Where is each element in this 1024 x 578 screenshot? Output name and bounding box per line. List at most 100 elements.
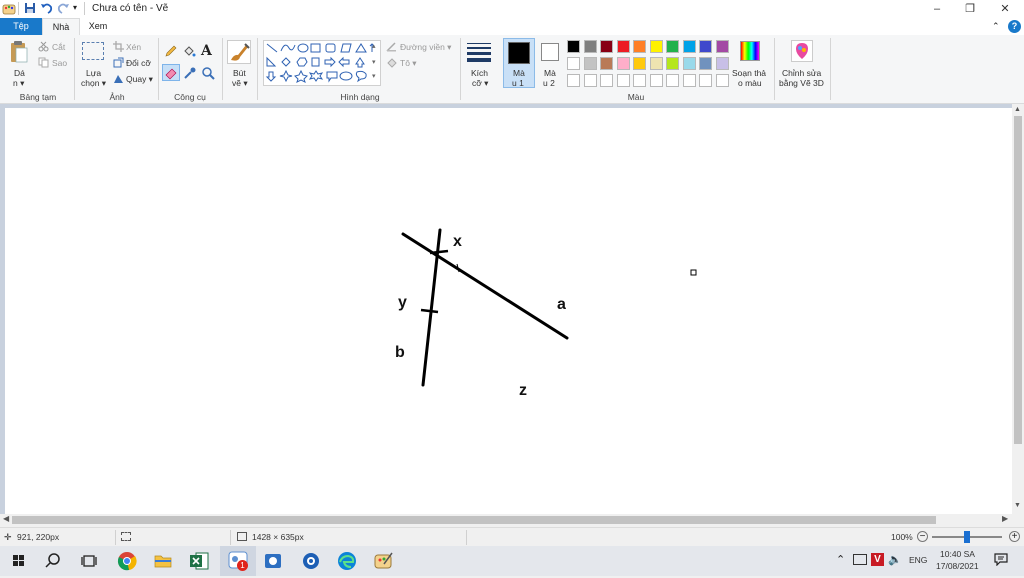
- scroll-down-icon[interactable]: ▼: [1014, 502, 1021, 509]
- size-label-2[interactable]: cỡ ▾: [472, 78, 488, 89]
- size-label-1[interactable]: Kích: [471, 68, 488, 78]
- color-swatch[interactable]: [583, 40, 597, 53]
- color-swatch[interactable]: [715, 40, 729, 53]
- color-swatch[interactable]: [567, 57, 580, 70]
- redo-icon[interactable]: [56, 1, 70, 17]
- crop-icon[interactable]: [113, 41, 124, 54]
- color-swatch[interactable]: [699, 57, 712, 70]
- paint-app-icon[interactable]: [2, 2, 16, 18]
- copy-label[interactable]: Sao: [52, 58, 67, 68]
- app-icon-2[interactable]: [298, 548, 326, 574]
- paste-label-2[interactable]: n ▾: [13, 78, 24, 89]
- canvas-resize-handle[interactable]: [690, 269, 697, 276]
- file-explorer-icon[interactable]: [150, 548, 178, 574]
- color-swatch[interactable]: [682, 74, 696, 87]
- color-swatch[interactable]: [649, 40, 663, 53]
- text-icon[interactable]: A: [201, 43, 212, 59]
- start-button[interactable]: [6, 548, 34, 574]
- color-swatch[interactable]: [633, 57, 646, 70]
- select-label-2[interactable]: chọn ▾: [81, 78, 106, 89]
- tab-view[interactable]: Xem: [82, 18, 114, 35]
- fill-shape-icon[interactable]: [386, 57, 397, 70]
- color-swatch[interactable]: [715, 57, 729, 70]
- shapes-scroll-up-icon[interactable]: ▴: [372, 42, 376, 50]
- crop-label[interactable]: Xén: [126, 42, 141, 52]
- excel-icon[interactable]: [186, 548, 214, 574]
- shapes-scroll-down-icon[interactable]: ▾: [372, 58, 376, 66]
- close-button[interactable]: ✕: [988, 0, 1022, 18]
- paste-label-1[interactable]: Dá: [14, 68, 25, 78]
- help-button[interactable]: ?: [1008, 20, 1021, 33]
- rotate-label[interactable]: Quay ▾: [126, 74, 153, 85]
- zoom-slider-thumb[interactable]: [964, 531, 970, 543]
- color-swatch[interactable]: [583, 57, 597, 70]
- color-swatch[interactable]: [600, 57, 613, 70]
- shapes-gallery[interactable]: [263, 40, 381, 86]
- qat-customize-icon[interactable]: ▾: [73, 3, 77, 12]
- paint3d-label-2[interactable]: bằng Vẽ 3D: [779, 78, 824, 88]
- size-icon[interactable]: [467, 42, 491, 64]
- paint-taskbar-icon[interactable]: [370, 548, 398, 574]
- cut-icon[interactable]: [38, 41, 49, 54]
- color-swatch[interactable]: [600, 40, 613, 53]
- network-icon[interactable]: [853, 554, 867, 565]
- color-swatch[interactable]: [699, 40, 712, 53]
- tray-expand-icon[interactable]: ⌃: [836, 553, 845, 566]
- color-swatch[interactable]: [633, 40, 646, 53]
- eraser-tool-selected[interactable]: [162, 64, 180, 81]
- color-swatch[interactable]: [567, 40, 580, 53]
- resize-label[interactable]: Đổi cỡ: [126, 58, 151, 68]
- select-icon[interactable]: [82, 42, 104, 60]
- outline-label[interactable]: Đường viền ▾: [400, 42, 451, 53]
- fill-shape-label[interactable]: Tô ▾: [400, 58, 417, 69]
- magnifier-icon[interactable]: [201, 66, 215, 82]
- pencil-icon[interactable]: [164, 44, 178, 60]
- edit-colors-label-1[interactable]: Soạn thả: [732, 68, 766, 78]
- scroll-right-icon[interactable]: ▶: [1002, 514, 1008, 523]
- color-swatch[interactable]: [715, 74, 729, 87]
- color-swatch[interactable]: [649, 57, 663, 70]
- app-icon-1[interactable]: [260, 548, 288, 574]
- color-picker-icon[interactable]: [183, 66, 197, 82]
- color-swatch[interactable]: [583, 74, 597, 87]
- horizontal-scroll-thumb[interactable]: [12, 516, 936, 524]
- notification-center-icon[interactable]: [994, 552, 1008, 568]
- brushes-label-2[interactable]: vẽ ▾: [232, 78, 248, 89]
- color-swatch[interactable]: [666, 74, 679, 87]
- search-icon[interactable]: [40, 548, 68, 574]
- fill-icon[interactable]: [182, 44, 196, 60]
- color2-label-2[interactable]: u 2: [543, 78, 555, 88]
- drawing-canvas[interactable]: x y a b z: [5, 108, 1012, 514]
- clock-date[interactable]: 17/08/2021: [936, 561, 979, 571]
- color-swatch[interactable]: [699, 74, 712, 87]
- vertical-scrollbar[interactable]: ▲ ▼: [1012, 104, 1024, 514]
- tab-home[interactable]: Nhà: [42, 18, 80, 36]
- edit-colors-icon[interactable]: [740, 41, 760, 61]
- task-view-icon[interactable]: [76, 548, 104, 574]
- paste-icon[interactable]: [9, 40, 29, 66]
- edit-colors-label-2[interactable]: o màu: [738, 78, 762, 88]
- color-swatch[interactable]: [600, 74, 613, 87]
- color1-label-2[interactable]: u 1: [512, 78, 524, 88]
- resize-icon[interactable]: [113, 57, 124, 70]
- collapse-ribbon-icon[interactable]: ⌃: [992, 21, 1000, 32]
- restore-button[interactable]: ❐: [953, 0, 987, 18]
- color-swatch[interactable]: [633, 74, 646, 87]
- color-swatch[interactable]: [682, 57, 696, 70]
- edge-icon[interactable]: [334, 548, 362, 574]
- zoom-in-button[interactable]: +: [1009, 531, 1020, 542]
- color-swatch[interactable]: [616, 40, 630, 53]
- rotate-icon[interactable]: [113, 73, 124, 86]
- color2-swatch[interactable]: [541, 43, 559, 61]
- brushes-label-1[interactable]: Bút: [233, 68, 246, 78]
- color-swatch[interactable]: [666, 40, 679, 53]
- save-icon[interactable]: [24, 2, 36, 16]
- brushes-icon[interactable]: [227, 40, 251, 64]
- antivirus-icon[interactable]: V: [871, 553, 884, 566]
- outline-icon[interactable]: [386, 41, 397, 54]
- color2-label-1[interactable]: Mà: [544, 68, 556, 78]
- copy-icon[interactable]: [38, 57, 49, 70]
- horizontal-scrollbar[interactable]: ◀ ▶: [0, 514, 1012, 526]
- color-swatch[interactable]: [567, 74, 580, 87]
- select-label-1[interactable]: Lựa: [86, 68, 101, 78]
